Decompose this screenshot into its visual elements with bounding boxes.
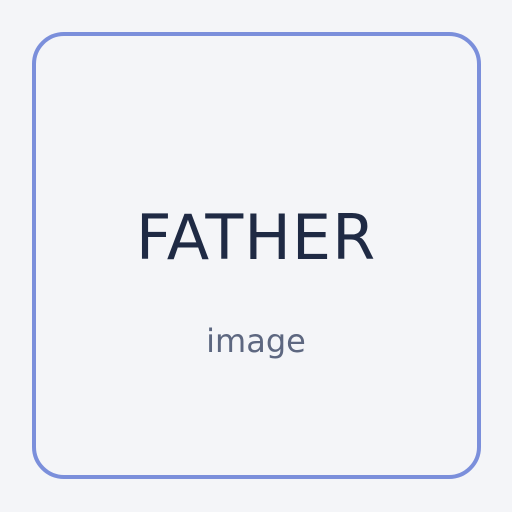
card-caption: image: [206, 322, 306, 360]
card-word: FATHER: [135, 201, 377, 274]
